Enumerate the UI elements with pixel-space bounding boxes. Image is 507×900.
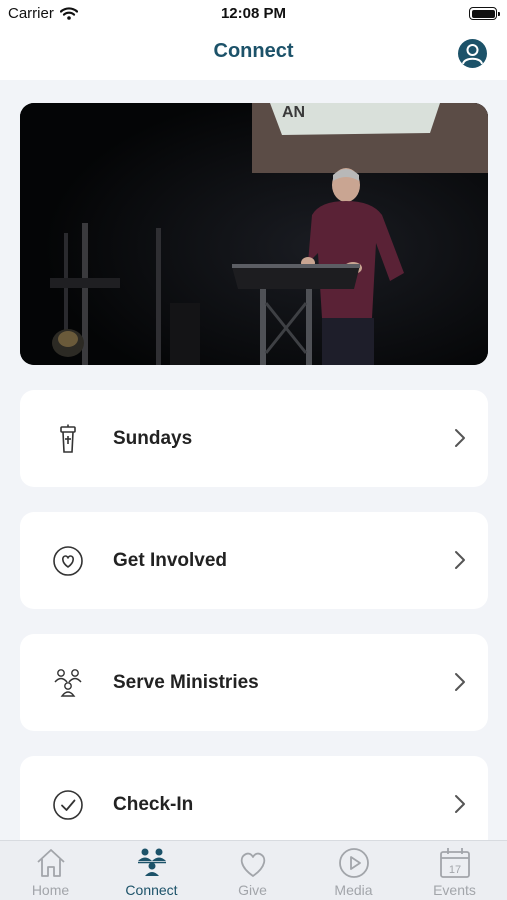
chevron-right-icon (455, 551, 465, 569)
chevron-right-icon (455, 429, 465, 447)
tab-home[interactable]: Home (0, 841, 101, 900)
calendar-icon: 17 (440, 848, 470, 878)
tab-media[interactable]: Media (303, 841, 404, 900)
page-title: Connect (213, 40, 294, 62)
menu-item-label: Serve Ministries (113, 672, 259, 693)
menu-item-serve-ministries[interactable]: Serve Ministries (20, 634, 488, 731)
profile-button[interactable] (458, 39, 487, 68)
status-time: 12:08 PM (220, 5, 287, 22)
tab-label: Media (334, 882, 373, 898)
nav-bar: Connect (0, 30, 507, 80)
home-icon (37, 849, 65, 877)
tab-bar: Home Connect Give Media 17 Events (0, 840, 507, 900)
chevron-right-icon (455, 673, 465, 691)
battery-icon (469, 7, 500, 20)
podium-icon (60, 424, 76, 453)
svg-text:AN: AN (282, 104, 305, 121)
play-circle-icon (339, 848, 369, 878)
check-circle-icon (53, 790, 83, 820)
speaker-photo: AN (20, 103, 488, 365)
calendar-date: 17 (449, 864, 461, 876)
heart-circle-icon (53, 546, 83, 576)
chevron-right-icon (455, 795, 465, 813)
user-icon (462, 44, 483, 65)
heart-icon (240, 852, 266, 877)
tab-events[interactable]: 17 Events (404, 841, 505, 900)
tab-connect[interactable]: Connect (101, 841, 202, 900)
people-group-icon (54, 669, 82, 697)
tab-give[interactable]: Give (202, 841, 303, 900)
menu-item-label: Get Involved (113, 550, 228, 571)
menu-item-label: Sundays (113, 428, 193, 449)
menu-item-check-in[interactable]: Check-In (20, 756, 488, 853)
status-bar: Carrier 12:08 PM (0, 0, 507, 30)
connect-people-icon (138, 848, 166, 876)
menu-item-sundays[interactable]: Sundays (20, 390, 488, 487)
menu-item-get-involved[interactable]: Get Involved (20, 512, 488, 609)
tab-label: Events (433, 882, 476, 898)
tab-label: Give (238, 882, 267, 898)
tab-label: Home (31, 882, 70, 898)
menu-item-label: Check-In (113, 794, 194, 815)
tab-label: Connect (125, 882, 178, 898)
hero-image: AN (20, 103, 488, 365)
